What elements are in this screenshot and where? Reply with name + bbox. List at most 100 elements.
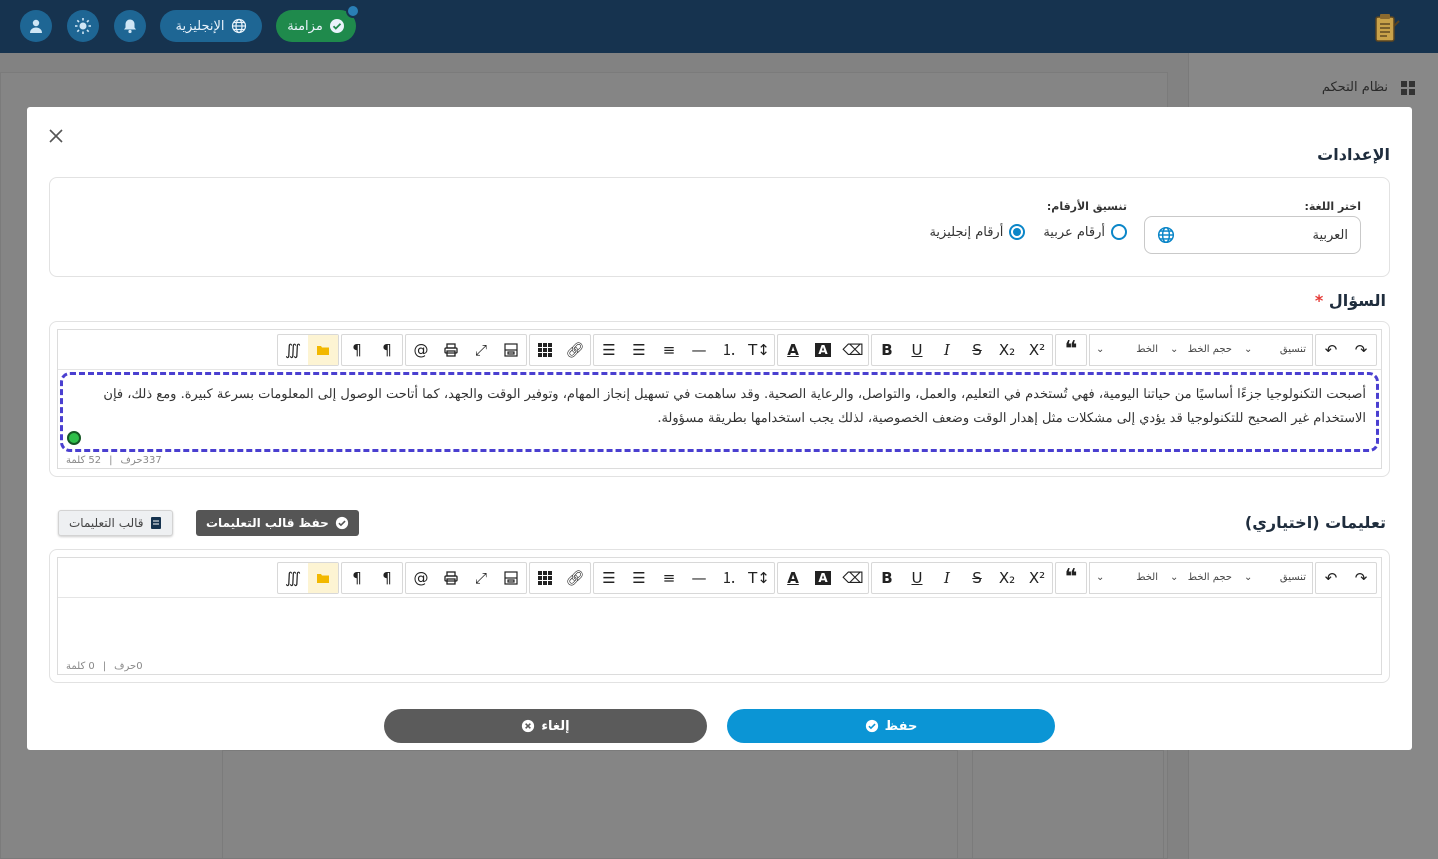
indent-icon[interactable]: ☰: [624, 335, 654, 365]
close-circle-icon: [522, 719, 535, 733]
link-icon[interactable]: 🔗︎: [560, 335, 590, 365]
question-title-text: السؤال: [1328, 291, 1386, 310]
sync-label: مزامنة: [287, 18, 323, 34]
redo-icon[interactable]: ↷: [1346, 335, 1376, 365]
blockquote-icon[interactable]: ❝: [1056, 563, 1086, 593]
undo-icon[interactable]: ↶: [1316, 563, 1346, 593]
bold-icon[interactable]: B: [872, 335, 902, 365]
toolbar-group-direction: ¶ ¶: [341, 333, 403, 366]
numbered-list-icon[interactable]: ⒈: [714, 563, 744, 593]
paragraph-ltr-icon[interactable]: ¶: [342, 563, 372, 593]
font-size-select[interactable]: حجم الخط ⌄: [1164, 572, 1238, 583]
font-size-select[interactable]: حجم الخط ⌄: [1164, 344, 1238, 355]
save-button[interactable]: حفظ: [727, 709, 1055, 743]
save-instructions-template-button[interactable]: حفظ قالب التعليمات: [196, 510, 359, 536]
theme-button[interactable]: [67, 10, 99, 42]
notifications-button[interactable]: [114, 10, 146, 42]
horizontal-rule-icon[interactable]: —: [684, 563, 714, 593]
radio-arabic-numbers[interactable]: أرقام عربية: [1043, 224, 1127, 240]
format-select[interactable]: تنسيق ⌄: [1238, 572, 1312, 583]
number-format-options: أرقام عربية أرقام إنجليزية: [929, 224, 1127, 240]
close-icon[interactable]: [47, 127, 65, 145]
chevron-down-icon: ⌄: [1244, 344, 1253, 355]
radio-label: أرقام إنجليزية: [929, 224, 1004, 240]
table-icon[interactable]: [530, 563, 560, 593]
user-button[interactable]: [20, 10, 52, 42]
source-icon[interactable]: ∭: [278, 335, 308, 365]
background-card: [222, 750, 958, 859]
folder-icon[interactable]: [308, 334, 338, 365]
indent-icon[interactable]: ☰: [624, 563, 654, 593]
cancel-button[interactable]: إلغاء: [384, 709, 707, 743]
sidebar-title: نظام التحكم: [1321, 80, 1388, 95]
language-switch-button[interactable]: الإنجليزية: [160, 10, 262, 42]
paragraph-rtl-icon[interactable]: ¶: [372, 563, 402, 593]
radio-english-numbers[interactable]: أرقام إنجليزية: [929, 224, 1026, 240]
fullscreen-icon[interactable]: ⤢: [466, 335, 496, 365]
line-height-icon[interactable]: T↕: [744, 563, 774, 593]
sync-button[interactable]: مزامنة: [276, 4, 360, 42]
subscript-icon[interactable]: X₂: [992, 563, 1022, 593]
grammar-badge-icon[interactable]: [67, 431, 81, 445]
word-count: 52 كلمة: [66, 455, 102, 466]
print-icon[interactable]: [436, 335, 466, 365]
question-toolbar: ∭ ¶ ¶ @ ⤢ 🔗︎ ☰ ☰ ≡ — ⒈ T↕ A A ⌫ B U I S …: [58, 330, 1381, 370]
underline-icon[interactable]: U: [902, 335, 932, 365]
font-family-select[interactable]: الخط ⌄: [1090, 344, 1164, 355]
superscript-icon[interactable]: X²: [1022, 335, 1052, 365]
horizontal-rule-icon[interactable]: —: [684, 335, 714, 365]
eraser-icon[interactable]: ⌫: [838, 563, 868, 593]
toolbar-group-text: B U I S X₂ X²: [871, 561, 1053, 594]
instructions-template-button[interactable]: قالب التعليمات: [58, 510, 173, 536]
eraser-icon[interactable]: ⌫: [838, 335, 868, 365]
top-bar: الإنجليزية مزامنة: [0, 0, 1438, 53]
app-logo-icon: [1375, 14, 1400, 42]
fullscreen-icon[interactable]: ⤢: [466, 563, 496, 593]
subscript-icon[interactable]: X₂: [992, 335, 1022, 365]
mention-icon[interactable]: @: [406, 335, 436, 365]
paragraph-ltr-icon[interactable]: ¶: [342, 335, 372, 365]
table-icon[interactable]: [530, 335, 560, 365]
font-color-icon[interactable]: A: [778, 335, 808, 365]
page-break-icon[interactable]: [496, 563, 526, 593]
source-icon[interactable]: ∭: [278, 563, 308, 593]
line-height-icon[interactable]: T↕: [744, 335, 774, 365]
check-circle-icon: [329, 19, 344, 33]
outdent-icon[interactable]: ☰: [594, 335, 624, 365]
language-select-value: العربية: [1312, 227, 1348, 243]
bold-icon[interactable]: B: [872, 563, 902, 593]
link-icon[interactable]: 🔗︎: [560, 563, 590, 593]
font-family-select-label: الخط: [1136, 572, 1158, 583]
sync-status-dot: [346, 4, 360, 18]
blockquote-icon[interactable]: ❝: [1056, 335, 1086, 365]
strikethrough-icon[interactable]: S: [962, 335, 992, 365]
font-family-select[interactable]: الخط ⌄: [1090, 572, 1164, 583]
format-select-label: تنسيق: [1279, 344, 1306, 355]
align-icon[interactable]: ≡: [654, 563, 684, 593]
numbered-list-icon[interactable]: ⒈: [714, 335, 744, 365]
page-break-icon[interactable]: [496, 335, 526, 365]
italic-icon[interactable]: I: [932, 563, 962, 593]
question-editor-content[interactable]: أصبحت التكنولوجيا جزءًا أساسيًا من حياتن…: [60, 372, 1379, 452]
outdent-icon[interactable]: ☰: [594, 563, 624, 593]
mention-icon[interactable]: @: [406, 563, 436, 593]
font-family-select-label: الخط: [1136, 344, 1158, 355]
align-icon[interactable]: ≡: [654, 335, 684, 365]
folder-icon[interactable]: [308, 562, 338, 593]
underline-icon[interactable]: U: [902, 563, 932, 593]
italic-icon[interactable]: I: [932, 335, 962, 365]
superscript-icon[interactable]: X²: [1022, 563, 1052, 593]
language-select[interactable]: العربية: [1144, 216, 1361, 254]
strikethrough-icon[interactable]: S: [962, 563, 992, 593]
question-title: السؤال *: [1315, 291, 1386, 310]
background-color-icon[interactable]: A: [808, 563, 838, 593]
paragraph-rtl-icon[interactable]: ¶: [372, 335, 402, 365]
format-select[interactable]: تنسيق ⌄: [1238, 344, 1312, 355]
print-icon[interactable]: [436, 563, 466, 593]
undo-icon[interactable]: ↶: [1316, 335, 1346, 365]
font-color-icon[interactable]: A: [778, 563, 808, 593]
background-color-icon[interactable]: A: [808, 335, 838, 365]
redo-icon[interactable]: ↷: [1346, 563, 1376, 593]
instructions-editor-content[interactable]: [58, 598, 1381, 656]
required-mark: *: [1314, 291, 1324, 310]
